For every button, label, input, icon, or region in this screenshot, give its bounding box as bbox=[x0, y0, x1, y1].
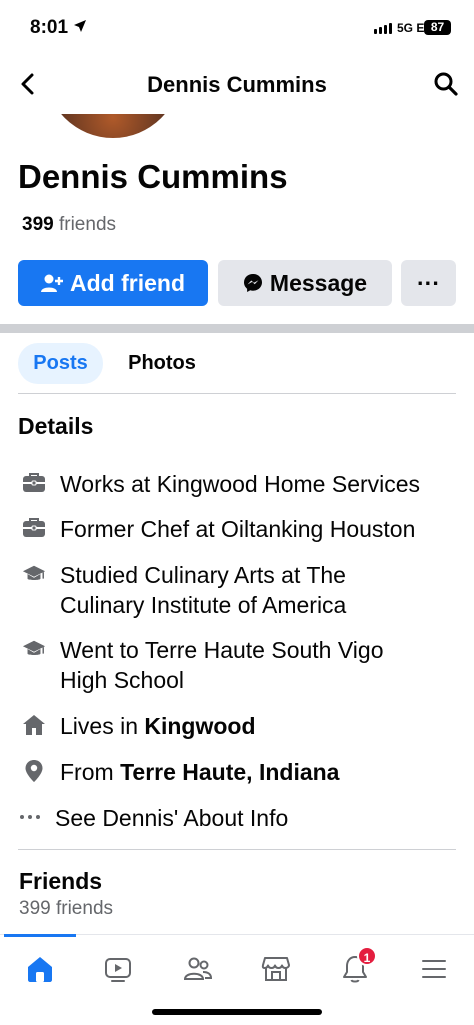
more-options-label: ··· bbox=[417, 269, 440, 296]
house-icon bbox=[22, 713, 46, 737]
home-indicator bbox=[152, 1009, 322, 1015]
detail-prefix: Lives in bbox=[60, 713, 145, 739]
divider bbox=[18, 393, 456, 394]
marketplace-icon[interactable] bbox=[258, 951, 294, 987]
detail-place[interactable]: Terre Haute, Indiana bbox=[120, 759, 339, 785]
profile-name: Dennis Cummins bbox=[18, 158, 288, 195]
notification-badge: 1 bbox=[357, 946, 377, 966]
tab-posts[interactable]: Posts bbox=[18, 343, 103, 384]
network-type: 5G E bbox=[397, 21, 425, 35]
home-icon[interactable] bbox=[22, 951, 58, 987]
briefcase-icon bbox=[22, 516, 46, 540]
detail-text-line1: Went to Terre Haute South Vigo bbox=[60, 637, 384, 663]
more-dots-icon bbox=[18, 805, 42, 829]
menu-icon[interactable] bbox=[416, 951, 452, 987]
status-bar: 8:01 5G E 87 bbox=[0, 0, 474, 56]
tab-photos[interactable]: Photos bbox=[112, 343, 212, 384]
graduation-cap-icon bbox=[22, 637, 46, 661]
active-tab-indicator bbox=[4, 934, 76, 937]
messenger-icon bbox=[243, 273, 263, 293]
briefcase-icon bbox=[22, 471, 46, 495]
tab-posts-label: Posts bbox=[33, 352, 88, 374]
add-friend-label: Add friend bbox=[70, 269, 185, 296]
detail-text-line2: High School bbox=[60, 667, 185, 693]
friends-word: friends bbox=[58, 214, 117, 235]
notifications-icon[interactable]: 1 bbox=[337, 946, 377, 987]
signal-strength-icon bbox=[374, 23, 392, 34]
friends-heading: Friends bbox=[19, 868, 103, 894]
profile-photo[interactable] bbox=[45, 114, 181, 138]
detail-text-line1: Studied Culinary Arts at The bbox=[60, 562, 346, 588]
detail-prefix: From bbox=[60, 759, 121, 785]
section-separator bbox=[0, 324, 474, 333]
location-pin-icon bbox=[22, 759, 46, 783]
details-heading: Details bbox=[18, 413, 94, 439]
detail-text: Lives in Kingwood bbox=[60, 711, 460, 741]
graduation-cap-icon bbox=[22, 562, 46, 586]
message-button[interactable]: Message bbox=[218, 260, 392, 306]
friends-count[interactable]: 399 friends bbox=[22, 214, 116, 236]
battery-icon: 87 bbox=[424, 20, 451, 35]
detail-text: From Terre Haute, Indiana bbox=[60, 757, 460, 787]
friends-subtitle[interactable]: 399 friends bbox=[19, 898, 113, 920]
detail-text: See Dennis' About Info bbox=[55, 805, 289, 831]
status-time: 8:01 bbox=[30, 17, 69, 38]
friends-number: 399 bbox=[22, 214, 54, 235]
detail-text: Former Chef at Oiltanking Houston bbox=[60, 516, 416, 542]
search-icon[interactable] bbox=[433, 71, 459, 102]
detail-text-line2: Culinary Institute of America bbox=[60, 592, 347, 618]
divider bbox=[18, 849, 456, 850]
friends-icon[interactable] bbox=[180, 951, 216, 987]
video-icon[interactable] bbox=[100, 951, 136, 987]
nav-header: Dennis Cummins bbox=[0, 56, 474, 112]
add-person-icon bbox=[41, 273, 63, 293]
nav-title: Dennis Cummins bbox=[147, 72, 327, 97]
message-label: Message bbox=[269, 269, 368, 296]
detail-text: Works at Kingwood Home Services bbox=[60, 471, 421, 497]
location-arrow-icon bbox=[73, 19, 87, 38]
more-options-button[interactable]: ··· bbox=[401, 260, 456, 306]
tab-photos-label: Photos bbox=[128, 352, 196, 374]
add-friend-button[interactable]: Add friend bbox=[18, 260, 208, 306]
detail-place[interactable]: Kingwood bbox=[144, 713, 255, 739]
